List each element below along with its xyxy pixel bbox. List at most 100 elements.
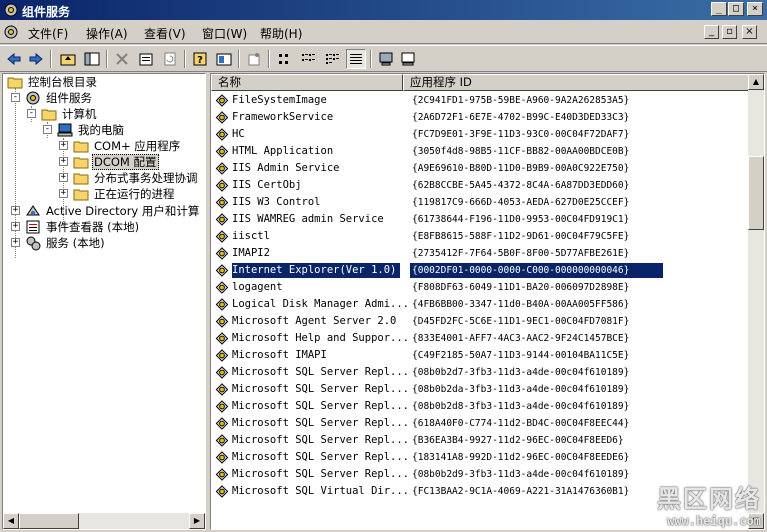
list-row[interactable]: FrameworkService {2A6D72F1-6E7E-4702-B99C… [211,109,749,126]
component-services-icon [26,91,40,105]
list-row[interactable]: HTML Application {3050f4d8-98B5-11CF-BB82… [211,143,749,160]
watermark-url: www.heiqu.com [667,514,761,528]
menu-file[interactable]: 文件(F) [28,25,68,42]
dcom-application-icon [215,383,229,396]
list-row[interactable]: Microsoft IMAPI {C49F2185-50A7-11D3-9144-… [211,347,749,364]
properties-icon[interactable] [136,49,156,69]
toolbar: ? [0,45,767,72]
tree-item-label: 计算机 [62,107,97,121]
folder-icon [41,109,57,121]
folder-icon [73,189,89,201]
list-row[interactable]: IIS WAMREG admin Service {61738644-F196-1… [211,211,749,228]
row-name: logagent [232,281,283,293]
collapse-icon[interactable]: - [43,125,52,134]
list-row[interactable]: FileSystemImage {2C941FD1-975B-59BE-A960-… [211,92,749,109]
dcom-application-icon [215,94,229,107]
list-row[interactable]: IIS CertObj {62B8CCBE-5A45-4372-8C4A-6A87… [211,177,749,194]
services-icon [26,236,41,251]
list-row[interactable]: Logical Disk Manager Admi... {4FB6BB00-33… [211,296,749,313]
folder-icon [7,77,23,89]
forward-icon[interactable] [26,49,46,69]
row-app-id: {FC7D9E01-3F9E-11D3-93C0-00C04F72DAF7} [412,129,630,140]
expand-icon[interactable]: + [11,238,20,247]
child-close-button[interactable]: × [742,25,757,39]
tree-item-label: Active Directory 用户和计算 [46,204,200,218]
column-header-name[interactable]: 名称 [211,74,403,91]
dcom-application-icon [215,230,229,243]
detail-view-icon[interactable] [346,49,366,69]
menu-help[interactable]: 帮助(H) [260,25,302,42]
menu-action[interactable]: 操作(A) [86,25,128,42]
show-hide-tree-icon[interactable] [82,49,102,69]
computer-icon [57,123,73,137]
collapse-icon[interactable]: - [11,93,20,102]
tree-item-label: 服务 (本地) [46,236,105,250]
close-button[interactable]: × [747,2,763,16]
console-tree[interactable]: 控制台根目录 - 组件服务 - 计算机 - 我的电脑 + COM+ 应用程序 +… [2,73,206,530]
list-row[interactable]: Microsoft Agent Server 2.0 {D45FD2FC-5C6E… [211,313,749,330]
expand-icon[interactable]: + [11,222,20,231]
row-name: Microsoft Help and Suppor... [232,332,408,344]
up-folder-icon[interactable] [58,49,78,69]
row-name: IMAPI2 [232,247,270,259]
computer-icon[interactable] [376,49,396,69]
list-row[interactable]: Microsoft Help and Suppor... {833E4001-AF… [211,330,749,347]
list-row[interactable]: Microsoft SQL Server Repl... {08b0b2d8-3f… [211,398,749,415]
column-header-app-id[interactable]: 应用程序 ID [403,74,750,91]
dcom-application-icon [215,349,229,362]
maximize-button[interactable]: □ [728,2,744,16]
expand-icon[interactable]: + [59,173,68,182]
list-row[interactable]: Microsoft SQL Server Repl... {183141A8-99… [211,449,749,466]
delete-icon[interactable] [112,49,132,69]
scroll-up-icon[interactable]: ▲ [748,74,764,90]
minimize-button[interactable]: _ [711,2,727,16]
list-row[interactable]: HC {FC7D9E01-3F9E-11D3-93C0-00C04F72DAF7} [211,126,749,143]
component-services-icon[interactable] [3,24,19,40]
expand-icon[interactable]: + [11,206,20,215]
list-vertical-scrollbar[interactable]: ▲ ▼ [748,74,764,529]
menu-bar: 文件(F) 操作(A) 查看(V) 窗口(W) 帮助(H) _ ▫ × [0,20,767,44]
expand-icon[interactable]: + [59,157,68,166]
scrollbar-thumb[interactable] [748,156,764,230]
dcom-application-icon [215,366,229,379]
computer-icon[interactable] [398,49,418,69]
scroll-left-icon[interactable]: ◀ [3,513,19,529]
dcom-application-icon [215,247,229,260]
list-row[interactable]: IIS Admin Service {A9E69610-B80D-11D0-B9B… [211,160,749,177]
small-icons-view-icon[interactable] [298,49,318,69]
menu-view[interactable]: 查看(V) [144,25,186,42]
help-icon[interactable]: ? [190,49,210,69]
title-bar[interactable]: 组件服务 _ □ × [0,0,767,20]
watermark: 黑区网络 www.heiqu.com [657,479,761,528]
scrollbar-thumb[interactable] [19,513,79,529]
list-row[interactable]: IIS W3 Control {119817C9-666D-4053-AEDA-6… [211,194,749,211]
list-row[interactable]: Microsoft SQL Server Repl... {B36EA3B4-99… [211,432,749,449]
export-list-icon[interactable] [214,49,234,69]
new-window-icon[interactable] [244,49,264,69]
dcom-application-icon [215,434,229,447]
child-minimize-button[interactable]: _ [704,25,719,39]
list-row[interactable]: Microsoft SQL Server Repl... {08b0b2da-3f… [211,381,749,398]
refresh-icon[interactable] [160,49,180,69]
large-icons-view-icon[interactable] [274,49,294,69]
expand-icon[interactable]: + [59,141,68,150]
menu-window[interactable]: 窗口(W) [202,25,247,42]
active-directory-icon [26,205,40,216]
row-app-id: {08b0b2d8-3fb3-11d3-a4de-00c04f610189} [412,401,630,412]
tree-item-label: COM+ 应用程序 [94,139,181,153]
list-row[interactable]: Microsoft SQL Server Repl... {618A40F0-C7… [211,415,749,432]
list-row[interactable]: iisctl {E8FB8615-588F-11D2-9D61-00C04F79C… [211,228,749,245]
back-icon[interactable] [4,49,24,69]
tree-horizontal-scrollbar[interactable]: ◀ ▶ [3,513,205,529]
list-row[interactable]: logagent {F808DF63-6049-11D1-BA20-006097D… [211,279,749,296]
collapse-icon[interactable]: - [27,109,36,118]
list-row[interactable]: IMAPI2 {2735412F-7F64-5B0F-8F00-5D77AFBE2… [211,245,749,262]
tree-item-label: 分布式事务处理协调 [94,171,198,185]
scroll-right-icon[interactable]: ▶ [189,513,205,529]
details-list[interactable]: 名称 应用程序 ID FileSystemImage {2C941FD1-975B… [210,73,765,530]
list-row[interactable]: Internet Explorer(Ver 1.0) {0002DF01-0000… [211,262,749,279]
expand-icon[interactable]: + [59,189,68,198]
list-view-icon[interactable] [322,49,342,69]
child-restore-button[interactable]: ▫ [722,25,737,39]
list-row[interactable]: Microsoft SQL Server Repl... {08b0b2d7-3f… [211,364,749,381]
